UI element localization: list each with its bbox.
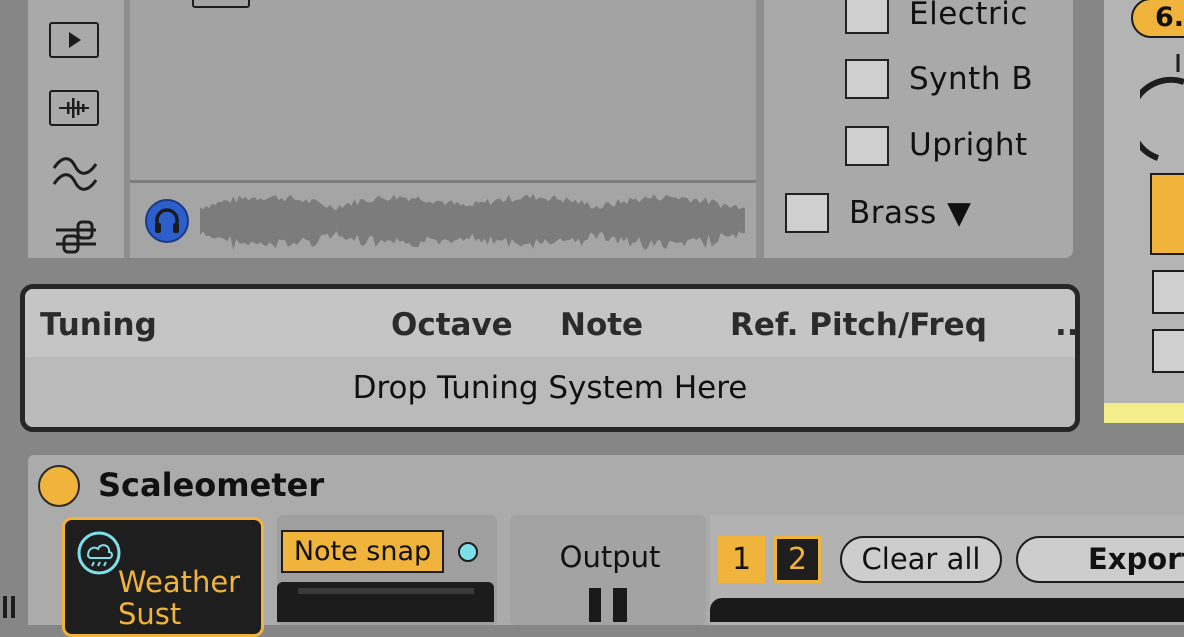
column-header-tuning: Tuning: [40, 307, 157, 343]
device-title: Scaleometer: [98, 466, 325, 504]
column-header-note: Note: [560, 307, 644, 343]
column-header-octave: Octave: [391, 307, 513, 343]
checkbox-synth-b[interactable]: [845, 59, 889, 99]
browser-content: [130, 0, 756, 180]
checkbox-label: Upright: [909, 127, 1028, 163]
checkbox-label: Electric: [909, 0, 1028, 32]
checkbox-brass[interactable]: [785, 193, 829, 233]
level-bar: [1104, 403, 1184, 423]
mixer-icon[interactable]: [50, 216, 100, 258]
tuning-header: Tuning Octave Note Ref. Pitch/Freq ..: [25, 289, 1075, 357]
weather-label: Weather Sust: [118, 565, 241, 631]
knob-icon[interactable]: [1140, 50, 1184, 166]
brass-dropdown[interactable]: Brass ▼: [849, 195, 972, 231]
slot: [192, 0, 250, 8]
headphones-icon[interactable]: [145, 199, 189, 243]
play-icon[interactable]: [49, 22, 99, 58]
weather-icon: [77, 531, 121, 575]
device-power-button[interactable]: [38, 465, 80, 507]
column-header-ref-pitch: Ref. Pitch/Freq: [730, 307, 987, 343]
snap-track: [298, 588, 474, 594]
bank-2-button[interactable]: 2: [774, 536, 821, 583]
small-button[interactable]: [1152, 329, 1184, 373]
checkbox-label: Synth B: [909, 61, 1034, 97]
note-snap-button[interactable]: Note snap: [281, 530, 444, 573]
bank-1-button[interactable]: 1: [718, 536, 765, 583]
clear-all-button[interactable]: Clear all: [840, 536, 1002, 583]
export-button[interactable]: Export: [1016, 536, 1184, 583]
output-label: Output: [559, 540, 661, 574]
output-meter-left: [589, 588, 601, 622]
value-pill[interactable]: 6.: [1131, 0, 1184, 38]
output-meter-right: [613, 588, 627, 622]
divider: [756, 0, 764, 258]
drop-hint: Drop Tuning System Here: [352, 370, 748, 406]
grip-icon[interactable]: [0, 594, 20, 618]
tuning-drop-panel[interactable]: Tuning Octave Note Ref. Pitch/Freq ..: [20, 284, 1080, 432]
checkbox-electric[interactable]: [845, 0, 889, 34]
column-header-more: ..: [1055, 307, 1079, 343]
bank-display: [710, 598, 1184, 622]
waveform-sample-icon[interactable]: [49, 90, 99, 126]
snap-indicator: [458, 542, 478, 562]
checkbox-upright[interactable]: [845, 126, 889, 166]
wave-icon[interactable]: [50, 152, 100, 196]
small-button[interactable]: [1152, 270, 1184, 314]
waveform-preview[interactable]: [200, 192, 745, 250]
toggle-button[interactable]: [1150, 173, 1184, 255]
